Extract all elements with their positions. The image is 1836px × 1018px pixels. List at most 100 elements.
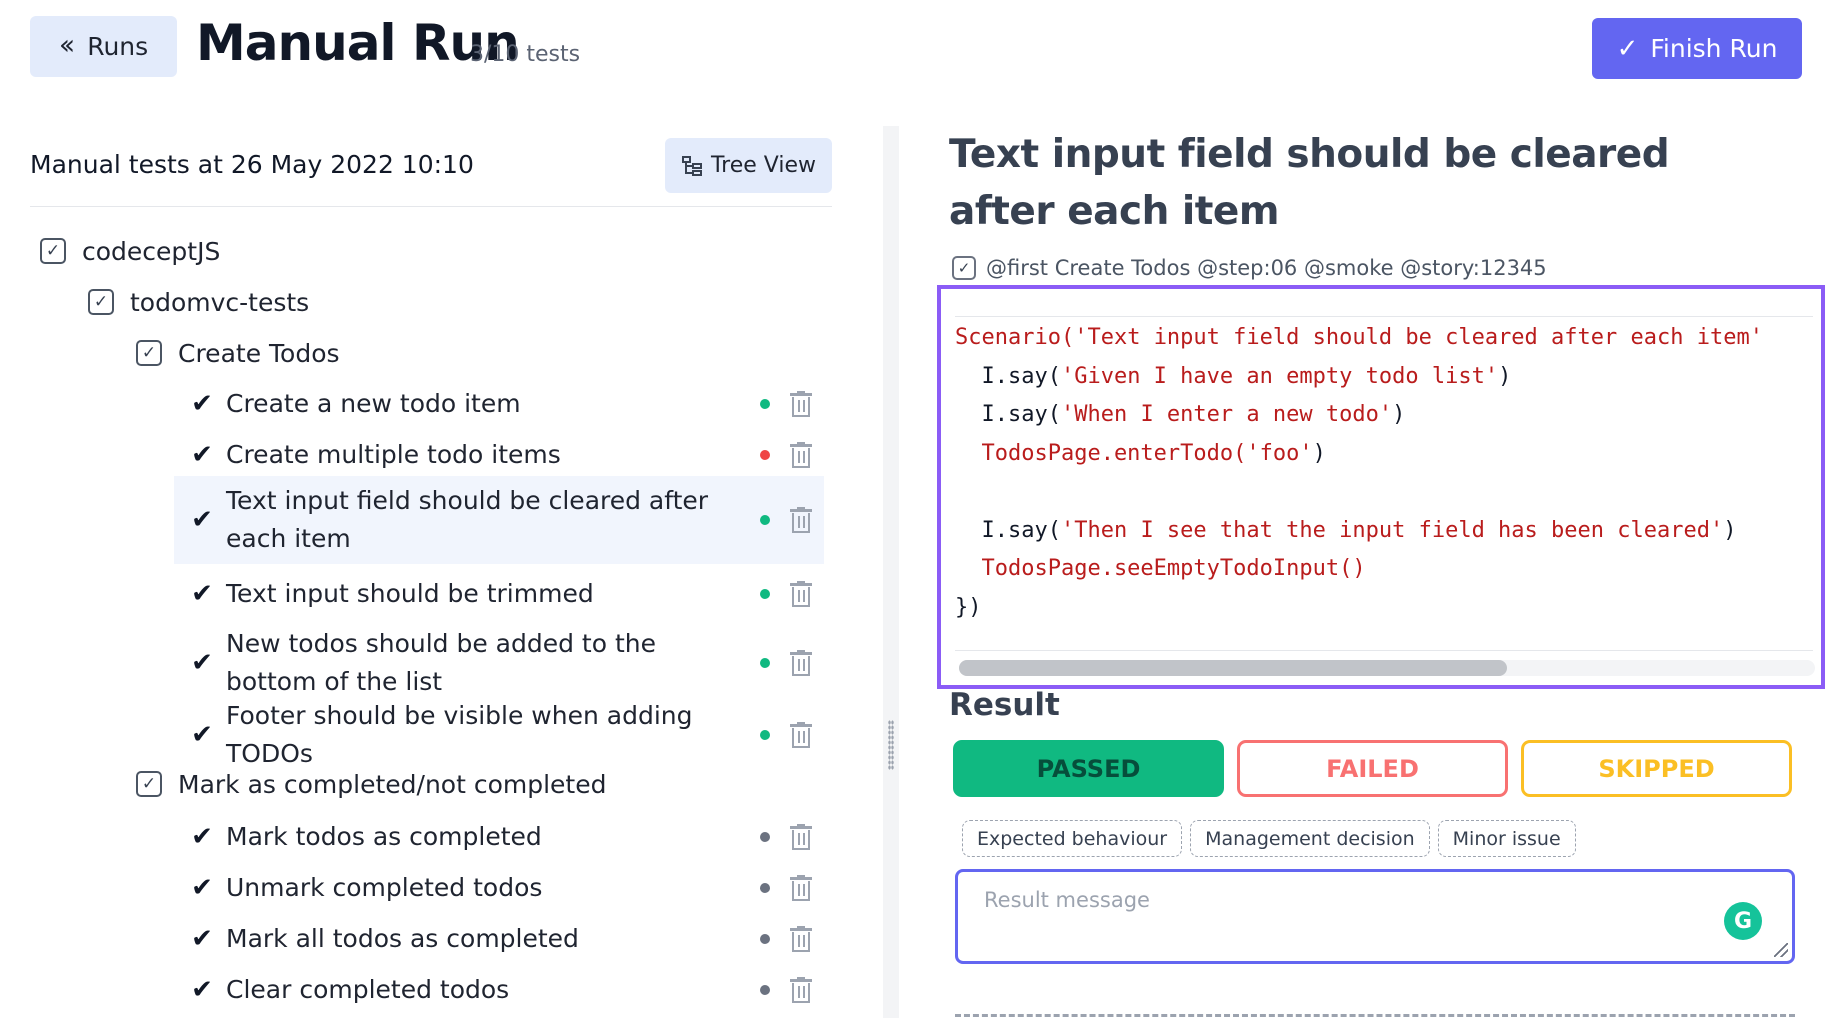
trash-icon[interactable] — [790, 391, 812, 417]
test-item[interactable]: ✔ Mark all todos as completed — [174, 917, 824, 961]
suite-title: Manual tests at 26 May 2022 10:10 — [30, 150, 474, 179]
result-heading: Result — [949, 687, 1060, 723]
test-tree-panel: Manual tests at 26 May 2022 10:10 Tree V… — [0, 100, 880, 1018]
result-message-box: G — [955, 869, 1795, 964]
drag-handle-icon[interactable] — [888, 720, 894, 770]
checkbox-checked-icon[interactable]: ✓ — [136, 771, 162, 797]
test-label: Unmark completed todos — [226, 873, 543, 902]
grammarly-icon[interactable]: G — [1724, 902, 1762, 940]
checkmark-icon: ✔ — [191, 579, 213, 609]
test-item[interactable]: ✔ Footer should be visible when adding T… — [174, 701, 824, 768]
checkbox-checked-icon[interactable]: ✓ — [40, 238, 66, 264]
skipped-button[interactable]: SKIPPED — [1521, 740, 1792, 797]
test-item[interactable]: ✔ Unmark completed todos — [174, 866, 824, 910]
trash-icon[interactable] — [790, 722, 812, 748]
status-dot — [760, 883, 770, 893]
checkmark-icon: ✔ — [191, 873, 213, 903]
code-line: Scenario('Text input field should be cle… — [955, 319, 1813, 358]
checkbox-checked-icon[interactable]: ✓ — [952, 256, 976, 280]
checkmark-icon: ✔ — [191, 720, 213, 750]
chip-management-decision[interactable]: Management decision — [1190, 820, 1430, 857]
code-token: ) — [1312, 440, 1326, 466]
chip-minor-issue[interactable]: Minor issue — [1437, 820, 1576, 857]
tree-view-button[interactable]: Tree View — [665, 138, 832, 193]
status-dot — [760, 985, 770, 995]
trash-icon[interactable] — [790, 824, 812, 850]
code-token: ) — [1392, 402, 1406, 427]
double-chevron-left-icon: ‹‹ — [58, 28, 76, 61]
checkbox-checked-icon[interactable]: ✓ — [88, 289, 114, 315]
horizontal-scrollbar[interactable] — [959, 660, 1815, 676]
test-label: Mark todos as completed — [226, 822, 542, 851]
checkmark-icon: ✔ — [191, 440, 213, 470]
finish-run-button[interactable]: ✓ Finish Run — [1592, 18, 1802, 79]
trash-icon[interactable] — [790, 650, 812, 676]
folder-label: codeceptJS — [82, 236, 221, 266]
test-item[interactable]: ✔ Mark todos as completed — [174, 815, 824, 859]
tags-row: ✓ @first Create Todos @step:06 @smoke @s… — [952, 256, 1547, 280]
runs-label: Runs — [87, 32, 149, 61]
checkmark-icon: ✔ — [191, 648, 213, 678]
passed-button[interactable]: PASSED — [953, 740, 1224, 797]
test-item[interactable]: ✔ Text input should be trimmed — [174, 572, 824, 616]
code-token: 'Text input field should be cleared afte… — [1074, 325, 1763, 350]
trash-icon[interactable] — [790, 926, 812, 952]
runs-back-button[interactable]: ‹‹ Runs — [30, 16, 177, 77]
code-line: I.say('Given I have an empty todo list') — [955, 358, 1813, 397]
code-content: Scenario('Text input field should be cle… — [955, 319, 1813, 655]
chip-expected-behaviour[interactable]: Expected behaviour — [962, 820, 1183, 857]
checkbox-checked-icon[interactable]: ✓ — [136, 340, 162, 366]
code-token: ) — [1498, 363, 1512, 389]
status-dot — [760, 515, 770, 525]
test-title: Text input field should be cleared after… — [949, 132, 1670, 234]
checkmark-icon: ✔ — [191, 924, 213, 954]
code-line: TodosPage.enterTodo('foo') — [955, 435, 1813, 474]
code-token: ) — [1723, 517, 1737, 543]
panel-splitter[interactable] — [883, 126, 899, 1018]
status-dot — [760, 730, 770, 740]
section-separator — [955, 1014, 1795, 1017]
trash-icon[interactable] — [790, 507, 812, 533]
tree-view-label: Tree View — [710, 153, 817, 178]
resize-handle-icon[interactable] — [1774, 943, 1788, 957]
failed-button[interactable]: FAILED — [1237, 740, 1508, 797]
test-label: Text input should be trimmed — [226, 579, 594, 608]
test-item[interactable]: ✔ New todos should be added to the botto… — [174, 619, 824, 707]
folder-create-todos[interactable]: ✓ Create Todos — [136, 331, 340, 375]
result-message-input[interactable] — [958, 872, 1792, 961]
folder-mark-completed[interactable]: ✓ Mark as completed/not completed — [136, 762, 606, 806]
checkmark-icon: ✔ — [191, 822, 213, 852]
test-label: Mark all todos as completed — [226, 924, 579, 953]
test-label: New todos should be added to the bottom … — [226, 629, 657, 696]
folder-codeceptjs[interactable]: ✓ codeceptJS — [40, 229, 220, 273]
divider — [30, 206, 832, 207]
test-item[interactable]: ✔ Create multiple todo items — [174, 433, 824, 477]
tree-view-icon — [681, 155, 702, 176]
folder-label: Create Todos — [178, 338, 340, 368]
code-token: TodosPage.enterTodo( — [955, 440, 1247, 466]
code-token: 'Then I see that the input field has bee… — [1060, 517, 1724, 543]
trash-icon[interactable] — [790, 875, 812, 901]
result-chips: Expected behaviour Management decision M… — [962, 820, 1576, 857]
checkmark-icon: ✔ — [191, 389, 213, 419]
scrollbar-thumb[interactable] — [959, 660, 1507, 676]
trash-icon[interactable] — [790, 442, 812, 468]
code-token: }) — [955, 594, 982, 620]
trash-icon[interactable] — [790, 581, 812, 607]
status-dot — [760, 450, 770, 460]
folder-todomvc-tests[interactable]: ✓ todomvc-tests — [88, 280, 309, 324]
test-item-selected[interactable]: ✔ Text input field should be cleared aft… — [174, 476, 824, 564]
test-item[interactable]: ✔ Clear completed todos — [174, 968, 824, 1012]
checkmark-icon: ✔ — [191, 505, 213, 535]
code-line: I.say('When I enter a new todo') — [955, 396, 1813, 435]
status-dot — [760, 589, 770, 599]
code-line: I.say('Then I see that the input field h… — [955, 512, 1813, 551]
trash-icon[interactable] — [790, 977, 812, 1003]
test-item[interactable]: ✔ Create a new todo item — [174, 382, 824, 426]
test-count: 3/10 tests — [470, 42, 581, 67]
status-dot — [760, 934, 770, 944]
code-token: 'Given I have an empty todo list' — [1060, 363, 1499, 389]
code-line: }) — [955, 589, 1813, 628]
finish-run-label: Finish Run — [1650, 34, 1778, 63]
